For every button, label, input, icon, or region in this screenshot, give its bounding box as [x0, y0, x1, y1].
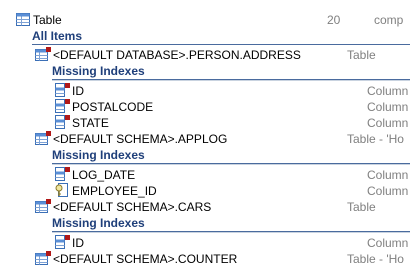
- column-row[interactable]: EMPLOYEE_ID Column: [0, 183, 410, 199]
- column-type: Column: [367, 116, 409, 130]
- top-label: Table: [33, 13, 62, 27]
- table-row[interactable]: <DEFAULT SCHEMA>.COUNTER Table - 'Ho: [0, 251, 410, 267]
- column-name: EMPLOYEE_ID: [72, 184, 157, 198]
- table-type: Table - 'Ho: [347, 252, 404, 266]
- table-row[interactable]: <DEFAULT SCHEMA>.CARS Table: [0, 199, 410, 215]
- column-type: Column: [367, 184, 409, 198]
- column-row[interactable]: POSTALCODE Column: [0, 99, 410, 115]
- missing-indexes-header: Missing Indexes: [52, 148, 145, 162]
- column-name: LOG_DATE: [72, 168, 136, 182]
- section-shadow: [52, 164, 410, 165]
- column-icon: [55, 83, 71, 100]
- table-name: <DEFAULT DATABASE>.PERSON.ADDRESS: [53, 48, 301, 62]
- column-icon: [55, 115, 71, 132]
- all-items-divider: [32, 44, 410, 45]
- column-name: ID: [72, 236, 84, 250]
- top-summary-row: Table 20 comp: [0, 12, 410, 28]
- top-extra: comp: [374, 13, 404, 27]
- all-items-header: All Items: [32, 29, 83, 43]
- column-row[interactable]: LOG_DATE Column: [0, 167, 410, 183]
- column-icon: [55, 167, 71, 184]
- table-name: <DEFAULT SCHEMA>.APPLOG: [53, 132, 228, 146]
- section-shadow: [52, 232, 410, 233]
- table-row[interactable]: <DEFAULT SCHEMA>.APPLOG Table - 'Ho: [0, 131, 410, 147]
- key-column-icon: [55, 183, 71, 200]
- column-row[interactable]: ID Column: [0, 83, 410, 99]
- table-name: <DEFAULT SCHEMA>.CARS: [53, 200, 212, 214]
- table-icon: [16, 13, 30, 26]
- table-icon: [35, 251, 51, 268]
- column-icon: [55, 99, 71, 116]
- table-icon: [35, 199, 51, 216]
- column-row[interactable]: ID Column: [0, 235, 410, 251]
- table-row[interactable]: <DEFAULT DATABASE>.PERSON.ADDRESS Table: [0, 47, 410, 63]
- table-icon: [35, 47, 51, 64]
- table-type: Table: [347, 48, 376, 62]
- table-icon: [35, 131, 51, 148]
- column-type: Column: [367, 236, 409, 250]
- top-count: 20: [327, 13, 341, 27]
- table-type: Table: [347, 200, 376, 214]
- missing-indexes-header: Missing Indexes: [52, 64, 145, 78]
- column-name: STATE: [72, 116, 109, 130]
- column-type: Column: [367, 100, 409, 114]
- column-type: Column: [367, 84, 409, 98]
- table-type: Table - 'Ho: [347, 132, 404, 146]
- column-icon: [55, 235, 71, 252]
- section-shadow: [52, 80, 410, 81]
- missing-indexes-header: Missing Indexes: [52, 216, 145, 230]
- column-name: POSTALCODE: [72, 100, 154, 114]
- column-name: ID: [72, 84, 84, 98]
- table-name: <DEFAULT SCHEMA>.COUNTER: [53, 252, 238, 266]
- column-type: Column: [367, 168, 409, 182]
- column-row[interactable]: STATE Column: [0, 115, 410, 131]
